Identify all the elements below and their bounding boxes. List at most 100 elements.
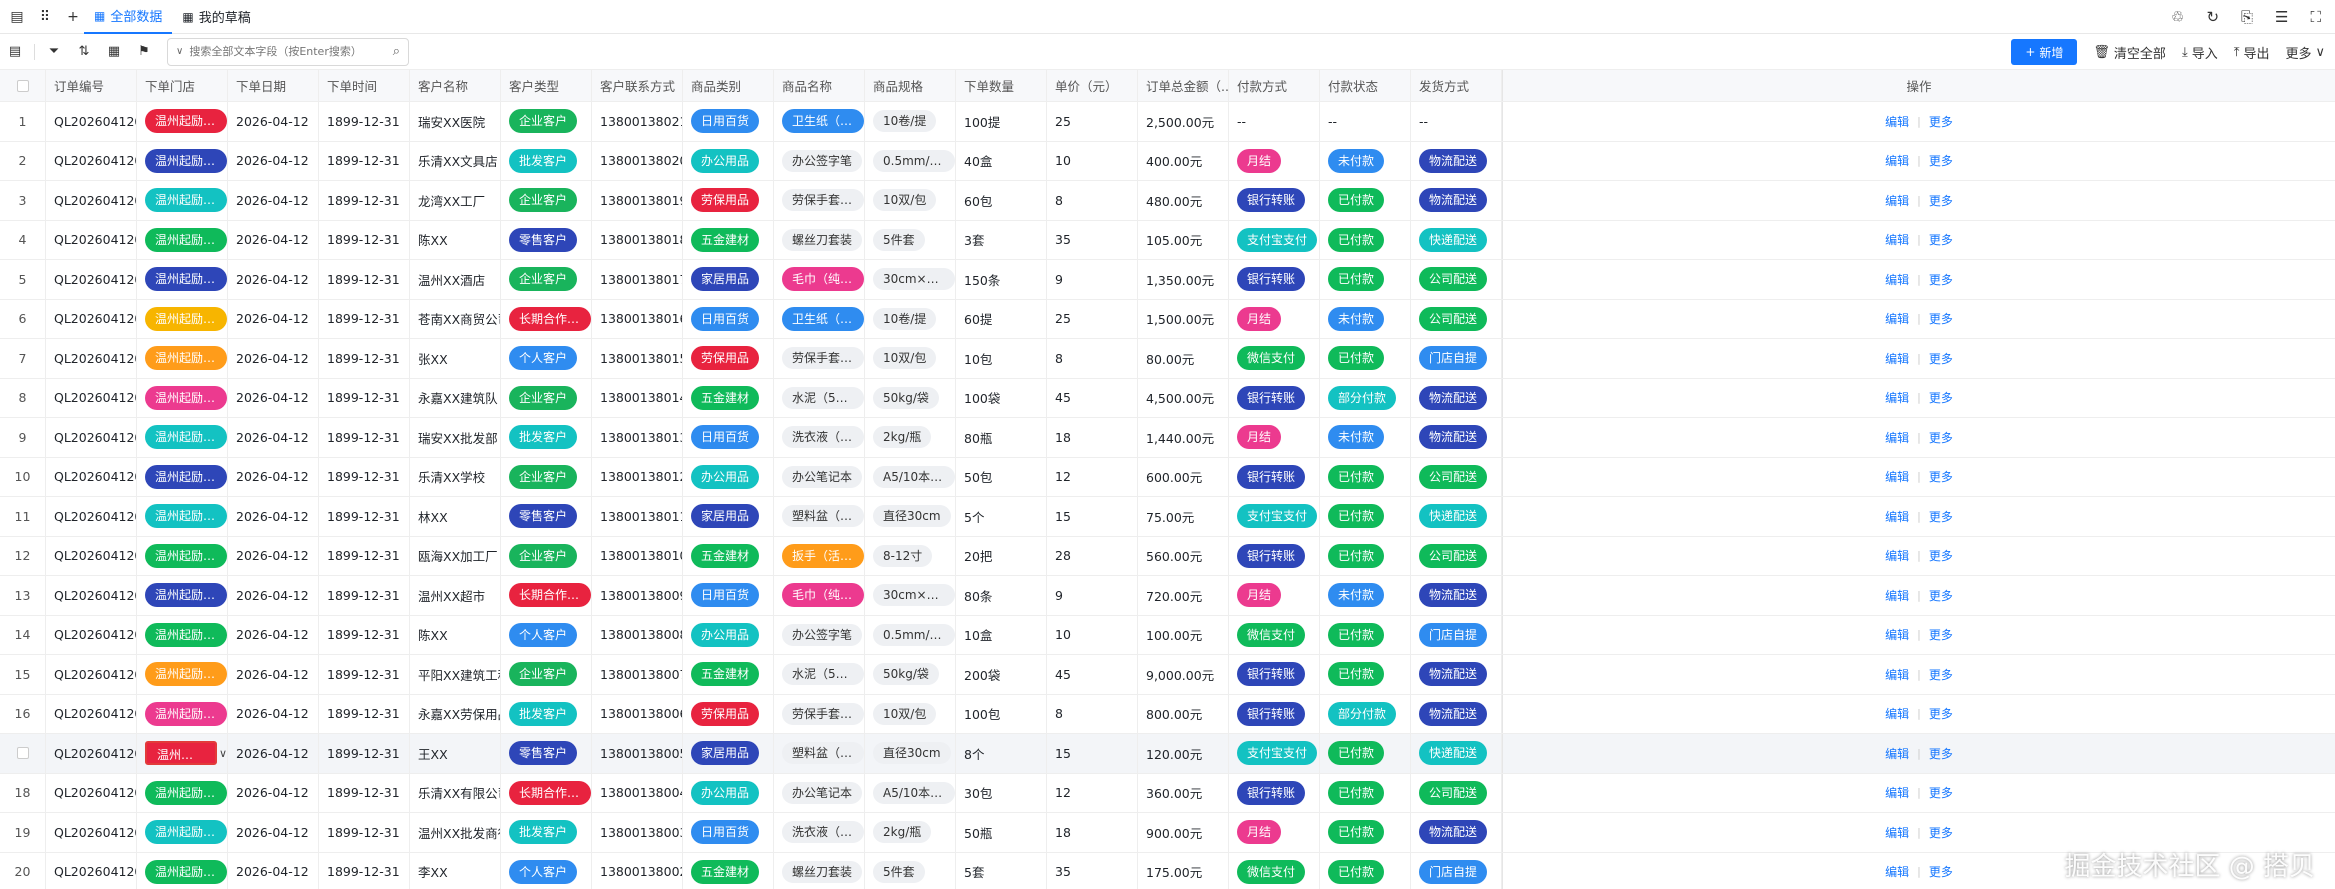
customer-type-cell[interactable]: 个人客户: [501, 615, 592, 654]
more-link[interactable]: 更多: [1929, 310, 1953, 327]
payment-method-tag[interactable]: 支付宝支付: [1237, 504, 1318, 529]
category-tag[interactable]: 日用百货: [691, 583, 760, 608]
customer-type-tag[interactable]: 批发客户: [509, 820, 578, 845]
category-cell[interactable]: 办公用品: [683, 141, 774, 180]
store-cell[interactable]: 温州起励贸易...∨: [137, 734, 228, 773]
product-cell[interactable]: 劳保手套（10...: [774, 694, 865, 733]
payment-method-tag[interactable]: 银行转账: [1237, 662, 1306, 687]
payment-method-cell[interactable]: 支付宝支付: [1229, 734, 1320, 773]
category-cell[interactable]: 五金建材: [683, 378, 774, 417]
payment-method-tag[interactable]: 银行转账: [1237, 780, 1306, 805]
row-number-cell[interactable]: 1: [0, 102, 46, 141]
payment-status-tag[interactable]: 未付款: [1328, 583, 1385, 608]
payment-status-cell[interactable]: 已付款: [1320, 536, 1411, 575]
chevron-down-icon[interactable]: ∨: [176, 46, 183, 57]
sort-icon[interactable]: ☰: [2275, 8, 2288, 26]
payment-method-cell[interactable]: 月结: [1229, 141, 1320, 180]
payment-status-tag[interactable]: 未付款: [1328, 425, 1385, 450]
customer-type-tag[interactable]: 企业客户: [509, 385, 578, 410]
payment-method-cell[interactable]: 支付宝支付: [1229, 497, 1320, 536]
payment-method-cell[interactable]: 微信支付: [1229, 339, 1320, 378]
shipping-tag[interactable]: 公司配送: [1419, 543, 1488, 568]
store-cell[interactable]: 温州起励贸易...: [137, 378, 228, 417]
payment-status-tag[interactable]: 已付款: [1328, 188, 1385, 213]
edit-link[interactable]: 编辑: [1885, 429, 1909, 446]
category-tag[interactable]: 日用百货: [691, 425, 760, 450]
category-cell[interactable]: 五金建材: [683, 536, 774, 575]
product-tag[interactable]: 卫生纸（10卷/...: [782, 306, 864, 331]
edit-link[interactable]: 编辑: [1885, 310, 1909, 327]
category-tag[interactable]: 日用百货: [691, 109, 760, 134]
store-tag[interactable]: 温州起励贸易...: [145, 543, 227, 568]
table-row[interactable]: 1 QL20260412021 温州起励贸易... 2026-04-12 1899-12…: [0, 102, 2335, 142]
customer-type-tag[interactable]: 零售客户: [509, 504, 578, 529]
payment-method-cell[interactable]: --: [1229, 102, 1320, 141]
edit-link[interactable]: 编辑: [1885, 587, 1909, 604]
row-number-cell[interactable]: [0, 734, 46, 773]
spec-tag[interactable]: 2kg/瓶: [873, 821, 932, 844]
customer-type-tag[interactable]: 长期合作客户: [509, 780, 591, 805]
store-tag[interactable]: 温州起励贸易...: [145, 583, 227, 608]
category-tag[interactable]: 五金建材: [691, 227, 760, 252]
shipping-tag[interactable]: 物流配送: [1419, 148, 1488, 173]
column-header[interactable]: 订单编号: [46, 70, 137, 101]
payment-method-cell[interactable]: 月结: [1229, 576, 1320, 615]
more-link[interactable]: 更多: [1929, 626, 1953, 643]
store-tag[interactable]: 温州起励贸易...: [145, 425, 227, 450]
payment-status-cell[interactable]: 已付款: [1320, 813, 1411, 852]
payment-method-cell[interactable]: 银行转账: [1229, 378, 1320, 417]
more-link[interactable]: 更多: [1929, 863, 1953, 880]
payment-method-tag[interactable]: 月结: [1237, 306, 1282, 331]
payment-status-tag[interactable]: 已付款: [1328, 820, 1385, 845]
store-cell[interactable]: 温州起励贸易...: [137, 694, 228, 733]
category-tag[interactable]: 五金建材: [691, 859, 760, 884]
column-header[interactable]: 下单数量: [956, 70, 1047, 101]
customer-type-tag[interactable]: 企业客户: [509, 464, 578, 489]
more-link[interactable]: 更多: [1929, 192, 1953, 209]
row-number-cell[interactable]: 20: [0, 852, 46, 889]
payment-method-tag[interactable]: 微信支付: [1237, 622, 1306, 647]
spec-cell[interactable]: 2kg/瓶: [865, 418, 956, 457]
category-cell[interactable]: 日用百货: [683, 813, 774, 852]
product-cell[interactable]: 办公签字笔: [774, 141, 865, 180]
store-cell[interactable]: 温州起励贸易...: [137, 615, 228, 654]
product-cell[interactable]: 劳保手套（10...: [774, 339, 865, 378]
view-switch-icon[interactable]: ▤: [6, 6, 28, 28]
more-link[interactable]: 更多: [1929, 231, 1953, 248]
shipping-cell[interactable]: 物流配送: [1411, 655, 1502, 694]
store-tag[interactable]: 温州起励贸易...: [145, 780, 227, 805]
product-cell[interactable]: 劳保手套（10...: [774, 181, 865, 220]
shipping-cell[interactable]: --: [1411, 102, 1502, 141]
row-number-cell[interactable]: 7: [0, 339, 46, 378]
product-cell[interactable]: 洗衣液（2kg/...: [774, 813, 865, 852]
customer-type-cell[interactable]: 批发客户: [501, 813, 592, 852]
spec-tag[interactable]: 直径30cm: [873, 505, 951, 528]
store-tag[interactable]: 温州起励贸易...: [145, 109, 227, 134]
customer-type-tag[interactable]: 企业客户: [509, 543, 578, 568]
row-number-cell[interactable]: 16: [0, 694, 46, 733]
search-doc-icon[interactable]: ⎘: [2241, 8, 2253, 26]
spec-tag[interactable]: 10双/包: [873, 702, 937, 725]
category-cell[interactable]: 劳保用品: [683, 694, 774, 733]
customer-type-tag[interactable]: 企业客户: [509, 267, 578, 292]
customer-type-cell[interactable]: 长期合作客户: [501, 299, 592, 338]
spec-tag[interactable]: 直径30cm: [873, 742, 951, 765]
shipping-tag[interactable]: 物流配送: [1419, 701, 1488, 726]
store-tag[interactable]: 温州起励贸易...: [145, 741, 217, 766]
store-cell[interactable]: 温州起励贸易...: [137, 497, 228, 536]
shipping-cell[interactable]: 快递配送: [1411, 220, 1502, 259]
row-number-cell[interactable]: 12: [0, 536, 46, 575]
product-cell[interactable]: 扳手（活动款）: [774, 536, 865, 575]
column-header[interactable]: 商品规格: [865, 70, 956, 101]
column-header[interactable]: 付款状态: [1320, 70, 1411, 101]
product-tag[interactable]: 办公笔记本: [782, 781, 863, 804]
payment-status-cell[interactable]: 未付款: [1320, 141, 1411, 180]
store-cell[interactable]: 温州起励贸易...: [137, 536, 228, 575]
payment-status-cell[interactable]: 已付款: [1320, 181, 1411, 220]
customer-type-cell[interactable]: 企业客户: [501, 536, 592, 575]
product-tag[interactable]: 毛巾（纯棉）: [782, 583, 864, 608]
customer-type-cell[interactable]: 长期合作客户: [501, 576, 592, 615]
payment-status-cell[interactable]: 部分付款: [1320, 378, 1411, 417]
customer-type-cell[interactable]: 批发客户: [501, 694, 592, 733]
column-header[interactable]: 单价（元）: [1047, 70, 1138, 101]
